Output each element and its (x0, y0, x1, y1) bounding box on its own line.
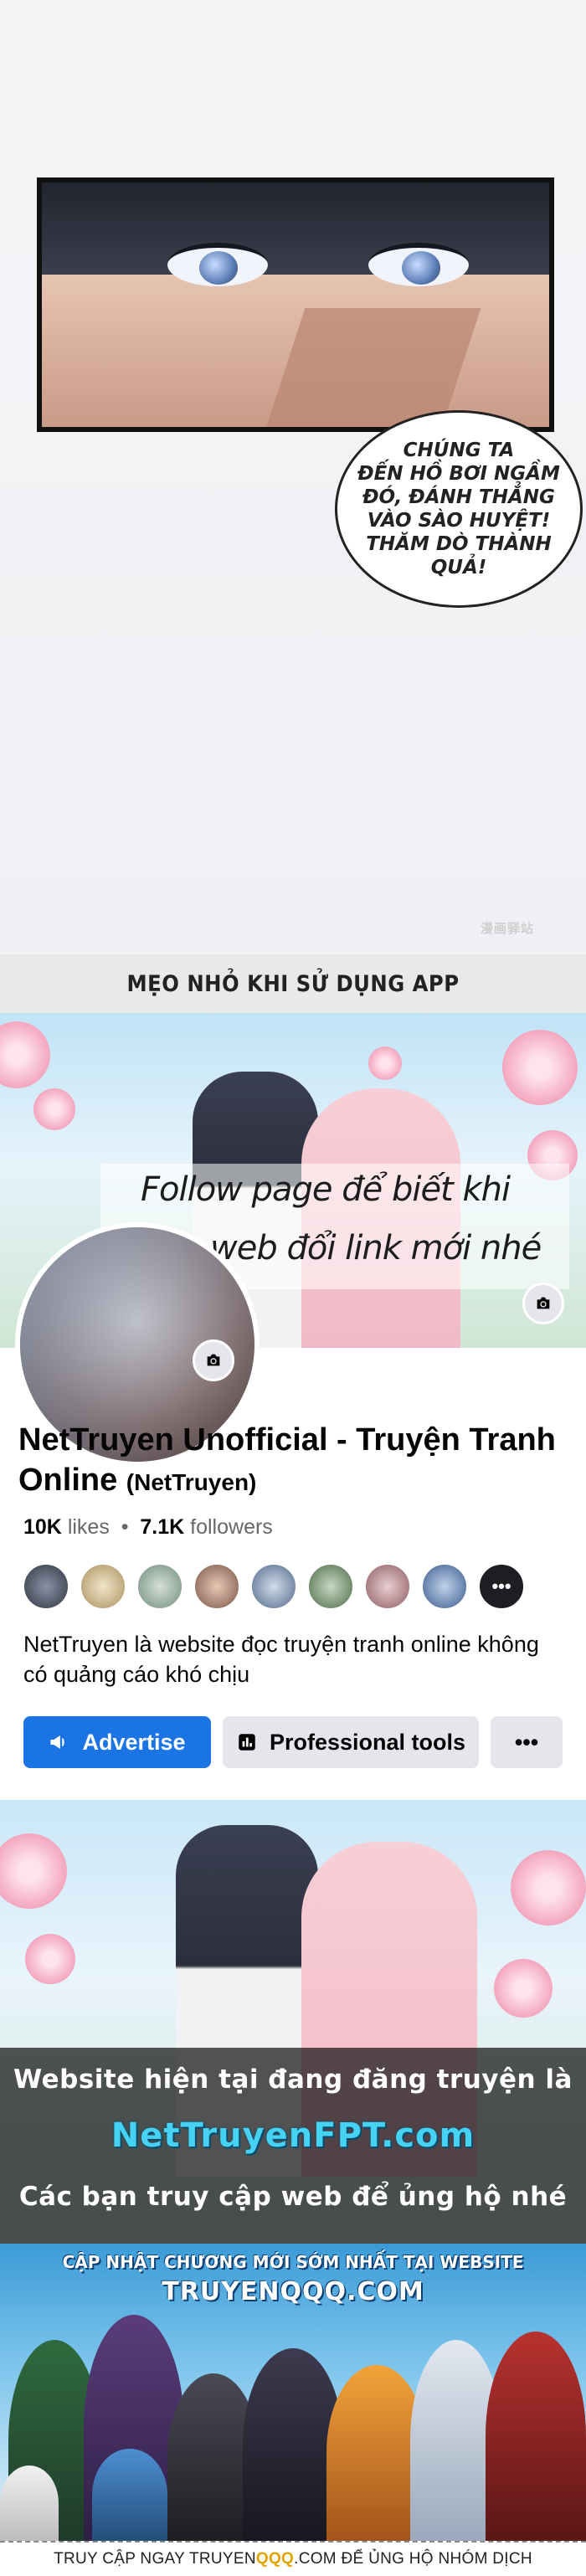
follower-avatar[interactable] (136, 1562, 184, 1611)
follower-avatar[interactable] (363, 1562, 412, 1611)
more-followers-button[interactable]: ••• (477, 1562, 526, 1611)
more-options-button[interactable]: ••• (491, 1716, 563, 1768)
followers-count: 7.1K (140, 1515, 185, 1539)
footer-text: TRUY CẬP NGAY TRUYENQQQ.COM ĐỂ ỦNG HỘ NH… (54, 2550, 532, 2568)
avatar-camera-icon[interactable] (193, 1339, 234, 1381)
chart-icon (239, 1734, 255, 1751)
follower-avatar[interactable] (79, 1562, 127, 1611)
page-stats: 10K likes • 7.1K followers (23, 1515, 273, 1539)
comic-panel-eyes (37, 177, 554, 432)
likes-label: likes (67, 1515, 110, 1539)
follower-avatar[interactable] (193, 1562, 241, 1611)
cover-text-line1: Follow page để biết khi (141, 1170, 511, 1209)
follower-avatars[interactable]: ••• (22, 1562, 534, 1611)
truyenqqq-ad[interactable]: CẬP NHẬT CHƯƠNG MỚI SỚM NHẤT TẠI WEBSITE… (0, 2244, 586, 2541)
follower-avatar[interactable] (22, 1562, 70, 1611)
megaphone-icon (50, 1735, 65, 1750)
footer-strip[interactable]: TRUY CẬP NGAY TRUYENQQQ.COM ĐỂ ỦNG HỘ NH… (0, 2541, 586, 2576)
site-banner: Website hiện tại đang đăng truyện là Net… (0, 1800, 586, 2244)
ad-site[interactable]: TRUYENQQQ.COM (0, 2277, 586, 2306)
advertise-label: Advertise (82, 1729, 186, 1755)
cover-camera-icon[interactable] (522, 1283, 564, 1324)
page-handle: (NetTruyen) (126, 1469, 257, 1495)
speech-bubble: CHÚNG TA ĐẾN HỒ BƠI NGẦM ĐÓ, ĐÁNH THẲNG … (335, 410, 583, 608)
advertise-button[interactable]: Advertise (23, 1716, 211, 1768)
tips-title: MẸO NHỎ KHI SỬ DỤNG APP (126, 970, 460, 997)
footer-highlight: QQQ (255, 2550, 295, 2568)
banner-band: Website hiện tại đang đăng truyện là Net… (0, 2048, 586, 2244)
facebook-page-card: Follow page để biết khi nào web đổi link… (0, 1013, 586, 1800)
speech-text: CHÚNG TA ĐẾN HỒ BƠI NGẦM ĐÓ, ĐÁNH THẲNG … (357, 440, 560, 578)
banner-site-link[interactable]: NetTruyenFPT.com (0, 2116, 586, 2155)
followers-label: followers (190, 1515, 273, 1539)
page-title: NetTruyen Unofficial - Truyện Tranh Onli… (18, 1420, 571, 1503)
ad-headline: CẬP NHẬT CHƯƠNG MỚI SỚM NHẤT TẠI WEBSITE (62, 2252, 524, 2272)
follower-avatar[interactable] (420, 1562, 469, 1611)
follower-avatar[interactable] (306, 1562, 355, 1611)
banner-line1: Website hiện tại đang đăng truyện là (13, 2064, 573, 2095)
more-options-icon: ••• (514, 1729, 539, 1755)
professional-tools-button[interactable]: Professional tools (223, 1716, 479, 1768)
comic-watermark: 漫画驿站 (481, 922, 535, 936)
page-name: NetTruyen Unofficial - Truyện Tranh Onli… (18, 1422, 556, 1498)
page-description: NetTruyen là website đọc truyện tranh on… (23, 1632, 539, 1687)
banner-line2: Các bạn truy cập web để ủng hộ nhé (18, 2182, 568, 2212)
likes-count: 10K (23, 1515, 62, 1539)
tips-header: MẸO NHỎ KHI SỬ DỤNG APP (0, 954, 586, 1013)
professional-tools-label: Professional tools (269, 1729, 466, 1755)
follower-avatar[interactable] (249, 1562, 298, 1611)
